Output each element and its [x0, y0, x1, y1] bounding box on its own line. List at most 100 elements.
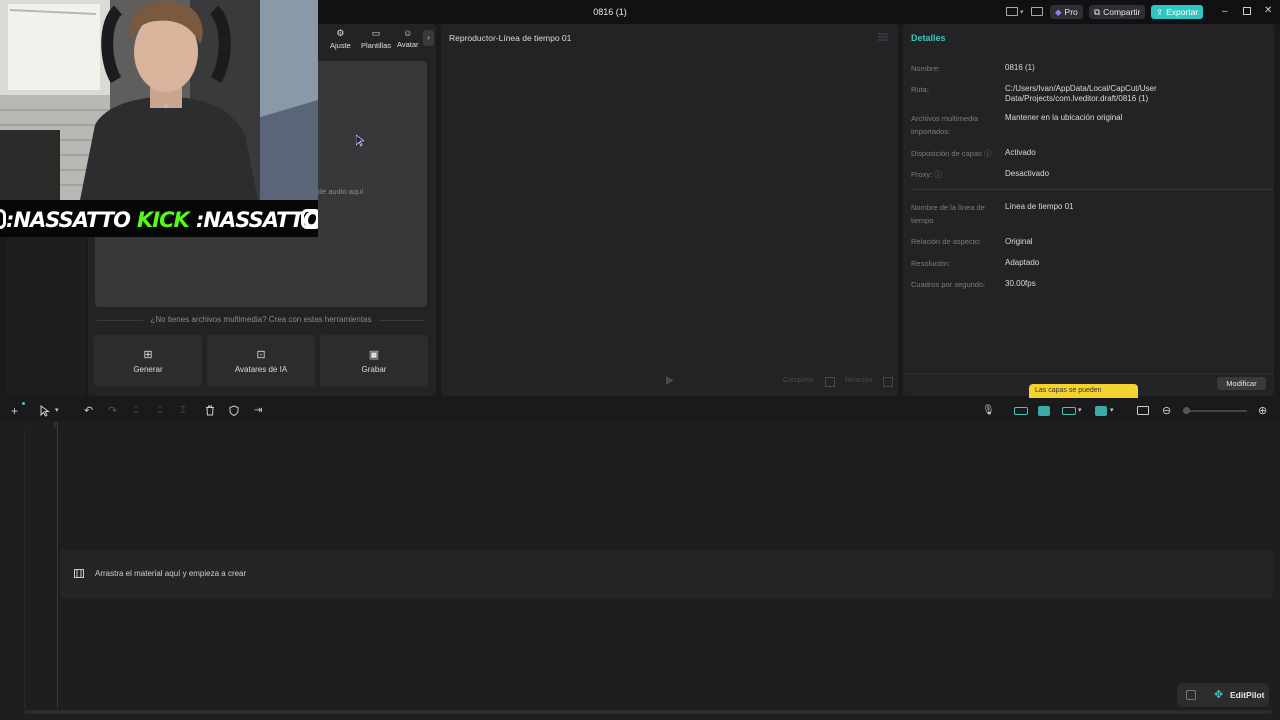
- instagram-icon: [301, 209, 318, 229]
- detail-label: Ruta:: [911, 85, 929, 94]
- ai-avatars-button[interactable]: ⊡ Avatares de IA: [207, 335, 315, 387]
- detail-value: 30.00fps: [1005, 279, 1036, 288]
- tab-adjust-label: Ajuste: [330, 41, 351, 50]
- no-media-text: ¿No tienes archivos multimedia? Crea con…: [95, 315, 427, 324]
- export-button[interactable]: ⇪ Exportar: [1151, 5, 1204, 19]
- shield-icon[interactable]: [229, 405, 241, 417]
- detail-label: Resolución:: [911, 259, 951, 268]
- detail-value: Mantener en la ubicación original: [1005, 113, 1123, 122]
- play-icon[interactable]: [666, 376, 674, 385]
- webcam-overlay: [0, 0, 318, 200]
- horizontal-scrollbar[interactable]: [24, 710, 1272, 714]
- link-icon[interactable]: [1038, 406, 1050, 416]
- playhead[interactable]: [57, 425, 58, 708]
- add-icon[interactable]: +: [11, 405, 23, 417]
- pro-button[interactable]: ◆ Pro: [1050, 5, 1083, 19]
- chevron-right-icon[interactable]: ›: [423, 30, 434, 46]
- project-title: 0816 (1): [593, 7, 627, 17]
- banner-handle-left: :NASSATTO: [6, 208, 131, 232]
- player-title: Reproductor-Línea de tiempo 01: [449, 33, 572, 43]
- film-icon: [74, 569, 84, 578]
- tab-templates-label: Plantillas: [361, 41, 392, 50]
- detail-label: Cuadros por segundo:: [911, 280, 986, 289]
- chevron-down-icon[interactable]: ▾: [1078, 405, 1090, 417]
- cursor-box-icon[interactable]: [1186, 690, 1196, 700]
- zoom-slider-handle[interactable]: [1183, 407, 1190, 414]
- modify-button[interactable]: Modificar: [1217, 377, 1266, 390]
- diamond-icon: ◆: [1055, 6, 1062, 17]
- detail-value: Línea de tiempo 01: [1005, 202, 1074, 211]
- export-label: Exportar: [1166, 7, 1199, 17]
- detail-value: C:/Users/Ivan/AppData/Local/CapCut/User …: [1005, 84, 1157, 103]
- detail-value: Adaptado: [1005, 258, 1040, 267]
- camera-icon: ▣: [368, 349, 380, 361]
- tab-avatar[interactable]: ☺ Avatar: [397, 28, 419, 49]
- zoom-out-icon[interactable]: ⊖: [1162, 405, 1174, 417]
- select-cursor-icon[interactable]: [39, 405, 51, 417]
- record-label: Grabar: [361, 365, 387, 374]
- main-track-hint: Arrastra el material aquí y empieza a cr…: [95, 569, 247, 578]
- avatar-icon: ☺: [403, 28, 413, 38]
- fullscreen-quality-button[interactable]: Completa: [783, 377, 813, 384]
- editpilot-button[interactable]: EditPilot: [1230, 690, 1264, 700]
- detail-value: 0816 (1): [1005, 63, 1035, 72]
- maximize-icon[interactable]: [1243, 7, 1251, 15]
- generate-button[interactable]: ⊞ Generar: [94, 335, 202, 387]
- minimize-icon[interactable]: –: [1222, 6, 1228, 17]
- divider: [911, 189, 1273, 190]
- close-icon[interactable]: ✕: [1264, 5, 1272, 16]
- sliders-icon: ⚙: [336, 28, 345, 38]
- detail-label: Archivos multimedia importados:: [911, 114, 979, 136]
- split-icon[interactable]: ⌶: [133, 405, 145, 417]
- template-icon: ▭: [371, 28, 381, 38]
- layers-tooltip: Las capas se pueden: [1029, 384, 1138, 398]
- stream-banner: :NASSATTO KICK :NASSATTO: [0, 200, 318, 237]
- detail-value: Activado: [1005, 148, 1036, 157]
- snap-icon[interactable]: [1095, 406, 1107, 416]
- ai-avatars-label: Avatares de IA: [234, 365, 288, 374]
- keyboard-icon[interactable]: [1031, 7, 1043, 16]
- chevron-down-icon[interactable]: ▾: [55, 405, 67, 417]
- fullscreen-icon[interactable]: [883, 377, 893, 387]
- snapshot-icon[interactable]: [825, 377, 835, 387]
- share-icon: ⧉: [1094, 6, 1101, 17]
- record-button[interactable]: ▣ Grabar: [320, 335, 428, 387]
- generate-icon: ⊞: [143, 349, 153, 361]
- editpilot-icon: ✥: [1214, 689, 1224, 701]
- split-left-icon[interactable]: ⌶: [157, 405, 169, 417]
- banner-handle-right: :NASSATTO: [196, 208, 318, 232]
- detail-label: Nombre de la línea de tiempo: [911, 203, 985, 225]
- player-panel: [441, 24, 898, 396]
- detail-label: Disposición de capas ⓘ: [911, 149, 992, 158]
- tab-adjust[interactable]: ⚙ Ajuste: [330, 28, 351, 50]
- undo-icon[interactable]: ↶: [84, 405, 96, 417]
- chevron-down-icon[interactable]: ▾: [1110, 405, 1122, 417]
- track-gutter: [24, 430, 25, 708]
- tab-templates[interactable]: ▭ Plantillas: [361, 28, 391, 50]
- ratio-button[interactable]: Relación: [845, 377, 872, 384]
- monitor-icon[interactable]: [1137, 406, 1149, 415]
- detail-value: Desactivado: [1005, 169, 1050, 178]
- crop-icon[interactable]: ⇥: [254, 405, 266, 417]
- share-label: Compartir: [1103, 7, 1141, 17]
- zoom-in-icon[interactable]: ⊕: [1258, 405, 1270, 417]
- split-right-icon[interactable]: ⌶: [180, 405, 192, 417]
- microphone-icon[interactable]: 🎙: [982, 405, 995, 417]
- divider: [903, 373, 1274, 374]
- detail-value: Original: [1005, 237, 1033, 246]
- menu-icon[interactable]: [878, 33, 888, 41]
- chevron-down-icon[interactable]: ▾: [1020, 8, 1024, 16]
- mouse-cursor: [356, 135, 364, 147]
- zoom-slider[interactable]: [1183, 410, 1247, 412]
- details-title: Detalles: [911, 33, 946, 43]
- pro-label: Pro: [1064, 7, 1078, 17]
- preview-axis-icon[interactable]: [1062, 407, 1076, 415]
- layout-icon[interactable]: [1006, 7, 1018, 16]
- main-track-magnet-icon[interactable]: [1014, 407, 1028, 415]
- detail-label: Proxy: ⓘ: [911, 170, 942, 179]
- detail-label: Relación de aspecto:: [911, 237, 982, 246]
- delete-icon[interactable]: [205, 405, 217, 417]
- generate-label: Generar: [133, 365, 163, 374]
- redo-icon[interactable]: ↷: [108, 405, 120, 417]
- share-button[interactable]: ⧉ Compartir: [1089, 5, 1146, 19]
